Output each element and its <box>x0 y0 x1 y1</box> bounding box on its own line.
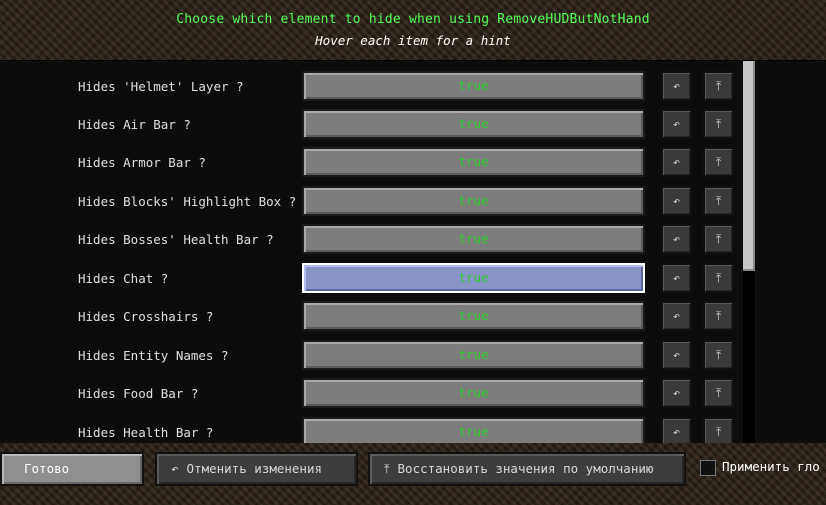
row-label: Hides Food Bar ? <box>78 386 199 401</box>
reset-default-icon[interactable]: ⤒ <box>703 301 734 331</box>
undo-icon[interactable]: ↶ <box>661 340 692 370</box>
reset-default-icon[interactable]: ⤒ <box>703 263 734 293</box>
undo-icon[interactable]: ↶ <box>661 147 692 177</box>
undo-icon[interactable]: ↶ <box>661 224 692 254</box>
reset-default-icon[interactable]: ⤒ <box>703 71 734 101</box>
reset-default-icon[interactable]: ⤒ <box>703 147 734 177</box>
value-toggle-button[interactable]: true <box>302 224 645 254</box>
undo-icon[interactable]: ↶ <box>661 301 692 331</box>
row-label: Hides Air Bar ? <box>78 117 191 132</box>
undo-icon[interactable]: ↶ <box>661 378 692 408</box>
reset-default-icon: ⤒ <box>384 461 390 476</box>
value-toggle-button[interactable]: true <box>302 147 645 177</box>
checkbox-icon[interactable] <box>700 459 716 476</box>
config-row: Hides Crosshairs ? true ↶ ⤒ <box>0 301 750 335</box>
row-label: Hides Blocks' Highlight Box ? <box>78 194 297 209</box>
screen-hint: Hover each item for a hint <box>315 33 511 48</box>
config-row: Hides Bosses' Health Bar ? true ↶ ⤒ <box>0 224 750 258</box>
row-label: Hides 'Helmet' Layer ? <box>78 79 244 94</box>
reset-default-icon[interactable]: ⤒ <box>703 109 734 139</box>
config-row: Hides Air Bar ? true ↶ ⤒ <box>0 109 750 143</box>
reset-default-icon[interactable]: ⤒ <box>703 417 734 443</box>
config-row: Hides Armor Bar ? true ↶ ⤒ <box>0 147 750 181</box>
restore-defaults-button[interactable]: ⤒ Восстановить значения по умолчанию <box>368 452 686 486</box>
reset-default-icon[interactable]: ⤒ <box>703 186 734 216</box>
done-button[interactable]: Готово <box>0 452 144 486</box>
cancel-changes-button[interactable]: ↶ Отменить изменения <box>155 452 358 486</box>
value-toggle-button[interactable]: true <box>302 71 645 101</box>
value-toggle-button[interactable]: true <box>302 301 645 331</box>
undo-icon[interactable]: ↶ <box>661 109 692 139</box>
row-label: Hides Chat ? <box>78 271 169 286</box>
row-label: Hides Bosses' Health Bar ? <box>78 232 274 247</box>
row-label: Hides Health Bar ? <box>78 425 214 440</box>
apply-global-label: Применить гло <box>722 459 820 474</box>
undo-icon: ↶ <box>171 461 179 476</box>
config-list: Hides 'Helmet' Layer ? true ↶ ⤒ Hides Ai… <box>0 60 826 443</box>
undo-icon[interactable]: ↶ <box>661 417 692 443</box>
screen-title: Choose which element to hide when using … <box>176 12 650 27</box>
scrollbar-thumb[interactable] <box>743 61 755 271</box>
header: Choose which element to hide when using … <box>0 0 826 60</box>
value-toggle-button[interactable]: true <box>302 378 645 408</box>
value-toggle-button[interactable]: true <box>302 417 645 443</box>
value-toggle-button[interactable]: true <box>302 263 645 293</box>
restore-defaults-label: Восстановить значения по умолчанию <box>397 461 654 476</box>
config-row: Hides Health Bar ? true ↶ ⤒ <box>0 417 750 443</box>
value-toggle-button[interactable]: true <box>302 340 645 370</box>
footer-bar: Готово ↶ Отменить изменения ⤒ Восстановить… <box>0 442 826 505</box>
row-label: Hides Armor Bar ? <box>78 155 206 170</box>
apply-global-checkbox[interactable]: Применить гло <box>700 452 826 486</box>
undo-icon[interactable]: ↶ <box>661 263 692 293</box>
undo-icon[interactable]: ↶ <box>661 71 692 101</box>
config-row: Hides Food Bar ? true ↶ ⤒ <box>0 378 750 412</box>
config-row: Hides Entity Names ? true ↶ ⤒ <box>0 340 750 374</box>
config-row: Hides Chat ? true ↶ ⤒ <box>0 263 750 297</box>
reset-default-icon[interactable]: ⤒ <box>703 340 734 370</box>
undo-icon[interactable]: ↶ <box>661 186 692 216</box>
row-label: Hides Crosshairs ? <box>78 309 214 324</box>
config-row: Hides Blocks' Highlight Box ? true ↶ ⤒ <box>0 186 750 220</box>
value-toggle-button[interactable]: true <box>302 109 645 139</box>
value-toggle-button[interactable]: true <box>302 186 645 216</box>
config-row: Hides 'Helmet' Layer ? true ↶ ⤒ <box>0 71 750 105</box>
reset-default-icon[interactable]: ⤒ <box>703 378 734 408</box>
reset-default-icon[interactable]: ⤒ <box>703 224 734 254</box>
cancel-changes-label: Отменить изменения <box>186 461 322 476</box>
row-label: Hides Entity Names ? <box>78 348 229 363</box>
